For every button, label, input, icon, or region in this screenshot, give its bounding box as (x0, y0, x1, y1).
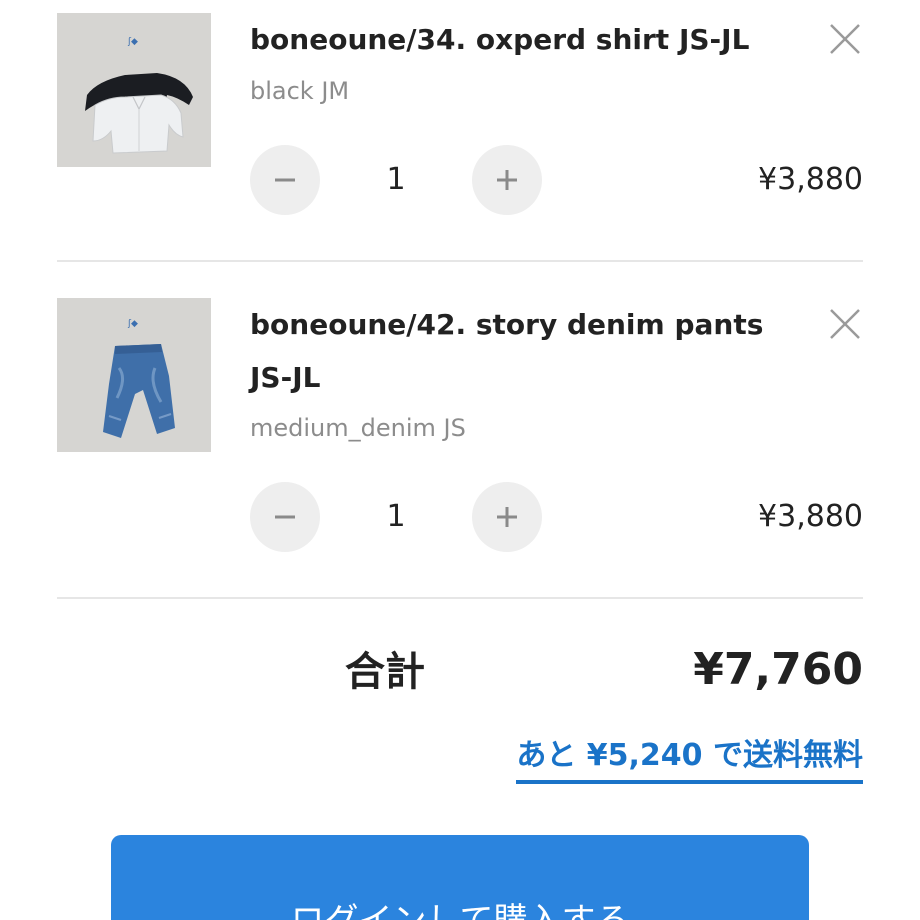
free-shipping-link[interactable]: あと ¥5,240 で送料無料 (516, 732, 863, 784)
summary-divider (57, 597, 863, 599)
quantity-value: 1 (386, 162, 406, 197)
close-icon (830, 309, 860, 339)
svg-text:ʃ◆: ʃ◆ (127, 37, 138, 47)
remove-item-button[interactable] (827, 21, 863, 57)
product-thumbnail[interactable]: ʃ◆ (57, 298, 211, 452)
minus-icon (275, 515, 295, 519)
decrease-quantity-button[interactable] (250, 145, 320, 215)
item-price: ¥3,880 (758, 499, 863, 534)
product-variant: medium_denim JS (250, 414, 466, 442)
product-title[interactable]: boneoune/42. story denim pants JS-JL (250, 298, 790, 404)
plus-icon (497, 170, 517, 190)
quantity-value: 1 (386, 499, 406, 534)
product-thumbnail[interactable]: ʃ◆ (57, 13, 211, 167)
product-title[interactable]: boneoune/34. oxperd shirt JS-JL (250, 13, 790, 66)
close-icon (830, 24, 860, 54)
cart-item: ʃ◆ boneoune/34. oxperd shirt JS-JL black… (57, 0, 863, 262)
product-variant: black JM (250, 77, 350, 105)
total-value: ¥7,760 (693, 644, 863, 695)
svg-text:ʃ◆: ʃ◆ (127, 319, 138, 329)
remove-item-button[interactable] (827, 306, 863, 342)
item-price: ¥3,880 (758, 162, 863, 197)
increase-quantity-button[interactable] (472, 482, 542, 552)
cart-page: ʃ◆ boneoune/34. oxperd shirt JS-JL black… (0, 0, 920, 920)
denim-pants-photo-icon: ʃ◆ (57, 298, 211, 452)
plus-icon (497, 507, 517, 527)
increase-quantity-button[interactable] (472, 145, 542, 215)
login-purchase-button[interactable]: ログインして購入する (111, 835, 809, 920)
cart-item: ʃ◆ boneoune/42. story denim pants JS-JL … (57, 262, 863, 599)
shirt-photo-icon: ʃ◆ (57, 13, 211, 167)
total-label: 合計 (345, 649, 425, 695)
minus-icon (275, 178, 295, 182)
decrease-quantity-button[interactable] (250, 482, 320, 552)
